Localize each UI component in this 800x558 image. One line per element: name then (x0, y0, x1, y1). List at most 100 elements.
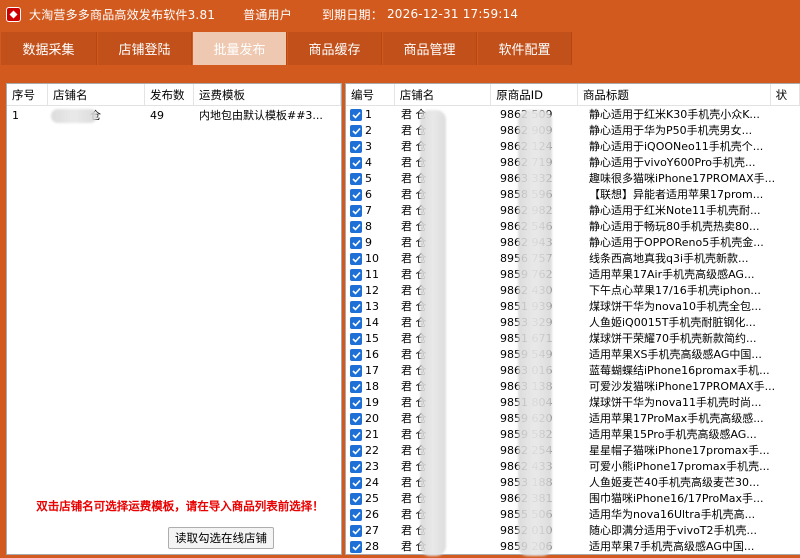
table-row[interactable]: 21君 仓9859 582适用苹果15Pro手机壳高级感AG... (346, 427, 800, 443)
row-select-cell[interactable]: 20 (346, 411, 396, 427)
table-row[interactable]: 23君 仓9862 433可爱小熊iPhone17promax手机壳... (346, 459, 800, 475)
col-header-no[interactable]: 编号 (346, 84, 395, 105)
checkbox-checked-icon[interactable] (350, 429, 362, 441)
row-select-cell[interactable]: 28 (346, 539, 396, 555)
checkbox-checked-icon[interactable] (350, 349, 362, 361)
checkbox-checked-icon[interactable] (350, 365, 362, 377)
table-row[interactable]: 14君 仓9853 329人鱼姬iQ0015T手机壳耐脏钢化... (346, 315, 800, 331)
row-select-cell[interactable]: 8 (346, 219, 396, 235)
checkbox-checked-icon[interactable] (350, 493, 362, 505)
checkbox-checked-icon[interactable] (350, 109, 362, 121)
col-header-publish-count[interactable]: 发布数 (145, 84, 194, 105)
row-select-cell[interactable]: 4 (346, 155, 396, 171)
tab-data-collect[interactable]: 数据采集 (1, 32, 97, 65)
col-header-shipping-template[interactable]: 运费模板 (194, 84, 341, 105)
checkbox-checked-icon[interactable] (350, 269, 362, 281)
checkbox-checked-icon[interactable] (350, 509, 362, 521)
table-row[interactable]: 15君 仓9851 671煤球饼干荣耀70手机壳新款简约... (346, 331, 800, 347)
table-row[interactable]: 10君 仓8956 757线条西高地真我q3i手机壳新款... (346, 251, 800, 267)
checkbox-checked-icon[interactable] (350, 221, 362, 233)
checkbox-checked-icon[interactable] (350, 333, 362, 345)
table-row[interactable]: 11君 仓9859 762适用苹果17Air手机壳高级感AG... (346, 267, 800, 283)
table-row[interactable]: 13君 仓9851 939煤球饼干华为nova10手机壳全包... (346, 299, 800, 315)
row-select-cell[interactable]: 27 (346, 523, 396, 539)
checkbox-checked-icon[interactable] (350, 541, 362, 553)
checkbox-checked-icon[interactable] (350, 317, 362, 329)
checkbox-checked-icon[interactable] (350, 141, 362, 153)
checkbox-checked-icon[interactable] (350, 285, 362, 297)
checkbox-checked-icon[interactable] (350, 301, 362, 313)
row-select-cell[interactable]: 25 (346, 491, 396, 507)
table-row[interactable]: 3君 仓9862 124静心适用于iQOONeo11手机壳个... (346, 139, 800, 155)
checkbox-checked-icon[interactable] (350, 253, 362, 265)
row-select-cell[interactable]: 12 (346, 283, 396, 299)
tab-product-cache[interactable]: 商品缓存 (288, 32, 382, 65)
col-header-product-title[interactable]: 商品标题 (578, 84, 771, 105)
table-row[interactable]: 16君 仓9859 549适用苹果XS手机壳高级感AG中国... (346, 347, 800, 363)
row-select-cell[interactable]: 24 (346, 475, 396, 491)
table-row[interactable]: 8君 仓9862 546静心适用于畅玩80手机壳热卖80... (346, 219, 800, 235)
col-header-store-name[interactable]: 店铺名 (395, 84, 492, 105)
row-select-cell[interactable]: 5 (346, 171, 396, 187)
table-row[interactable]: 20君 仓9859 620适用苹果17ProMax手机壳高级感... (346, 411, 800, 427)
row-select-cell[interactable]: 3 (346, 139, 396, 155)
row-select-cell[interactable]: 18 (346, 379, 396, 395)
row-select-cell[interactable]: 23 (346, 459, 396, 475)
table-row[interactable]: 24君 仓9853 188人鱼姬麦芒40手机壳高级麦芒30... (346, 475, 800, 491)
table-row[interactable]: 6君 仓9858 596【联想】异能者适用苹果17prom... (346, 187, 800, 203)
row-select-cell[interactable]: 13 (346, 299, 396, 315)
tab-store-login[interactable]: 店铺登陆 (98, 32, 192, 65)
checkbox-checked-icon[interactable] (350, 237, 362, 249)
read-checked-stores-button[interactable]: 读取勾选在线店铺 (168, 527, 274, 549)
table-row[interactable]: 7君 仓9862 982静心适用于红米Note11手机壳耐... (346, 203, 800, 219)
table-row[interactable]: 5君 仓9863 332趣味很多猫咪iPhone17PROMAX手... (346, 171, 800, 187)
table-row[interactable]: 17君 仓9863 016蓝莓蝴蝶结iPhone16promax手机... (346, 363, 800, 379)
row-select-cell[interactable]: 26 (346, 507, 396, 523)
row-select-cell[interactable]: 16 (346, 347, 396, 363)
row-select-cell[interactable]: 9 (346, 235, 396, 251)
checkbox-checked-icon[interactable] (350, 125, 362, 137)
table-row[interactable]: 9君 仓9862 943静心适用于OPPOReno5手机壳金... (346, 235, 800, 251)
table-row[interactable]: 26君 仓9855 506适用华为nova16Ultra手机壳高... (346, 507, 800, 523)
col-header-product-id[interactable]: 原商品ID (491, 84, 578, 105)
table-row[interactable]: 4君 仓9862 719静心适用于vivoY600Pro手机壳... (346, 155, 800, 171)
checkbox-checked-icon[interactable] (350, 413, 362, 425)
col-header-store-name[interactable]: 店铺名 (48, 84, 145, 105)
row-select-cell[interactable]: 17 (346, 363, 396, 379)
checkbox-checked-icon[interactable] (350, 525, 362, 537)
tab-software-config[interactable]: 软件配置 (478, 32, 572, 65)
row-select-cell[interactable]: 6 (346, 187, 396, 203)
row-select-cell[interactable]: 2 (346, 123, 396, 139)
row-select-cell[interactable]: 21 (346, 427, 396, 443)
table-row[interactable]: 12君 仓9862 430下午点心苹果17/16手机壳iphon... (346, 283, 800, 299)
row-select-cell[interactable]: 15 (346, 331, 396, 347)
checkbox-checked-icon[interactable] (350, 397, 362, 409)
checkbox-checked-icon[interactable] (350, 173, 362, 185)
table-row[interactable]: 19君 仓9851 804煤球饼干华为nova11手机壳时尚... (346, 395, 800, 411)
checkbox-checked-icon[interactable] (350, 461, 362, 473)
tab-batch-publish[interactable]: 批量发布 (193, 32, 287, 65)
table-row[interactable]: 18君 仓9863 138可爱沙发猫咪iPhone17PROMAX手... (346, 379, 800, 395)
table-row[interactable]: 27君 仓9852 010随心即满分适用于vivoT2手机壳... (346, 523, 800, 539)
row-select-cell[interactable]: 22 (346, 443, 396, 459)
table-row[interactable]: 1君 仓9862 509静心适用于红米K30手机壳小众K... (346, 107, 800, 123)
row-select-cell[interactable]: 10 (346, 251, 396, 267)
table-row[interactable]: 28君 仓9859 206适用苹果7手机壳高级感AG中国... (346, 539, 800, 555)
row-select-cell[interactable]: 1 (346, 107, 396, 123)
checkbox-checked-icon[interactable] (350, 205, 362, 217)
table-row[interactable]: 22君 仓9862 254星星帽子猫咪iPhone17promax手... (346, 443, 800, 459)
checkbox-checked-icon[interactable] (350, 445, 362, 457)
table-row[interactable]: 25君 仓9862 381围巾猫咪iPhone16/17ProMax手... (346, 491, 800, 507)
col-header-status[interactable]: 状 (771, 84, 800, 105)
table-row[interactable]: 2君 仓9862 909静心适用于华为P50手机壳男女... (346, 123, 800, 139)
checkbox-checked-icon[interactable] (350, 189, 362, 201)
checkbox-checked-icon[interactable] (350, 381, 362, 393)
store-row-template[interactable]: 内地包由默认模板##3... (194, 108, 341, 124)
row-select-cell[interactable]: 11 (346, 267, 396, 283)
row-select-cell[interactable]: 19 (346, 395, 396, 411)
row-select-cell[interactable]: 14 (346, 315, 396, 331)
row-select-cell[interactable]: 7 (346, 203, 396, 219)
checkbox-checked-icon[interactable] (350, 157, 362, 169)
checkbox-checked-icon[interactable] (350, 477, 362, 489)
tab-product-manage[interactable]: 商品管理 (383, 32, 477, 65)
